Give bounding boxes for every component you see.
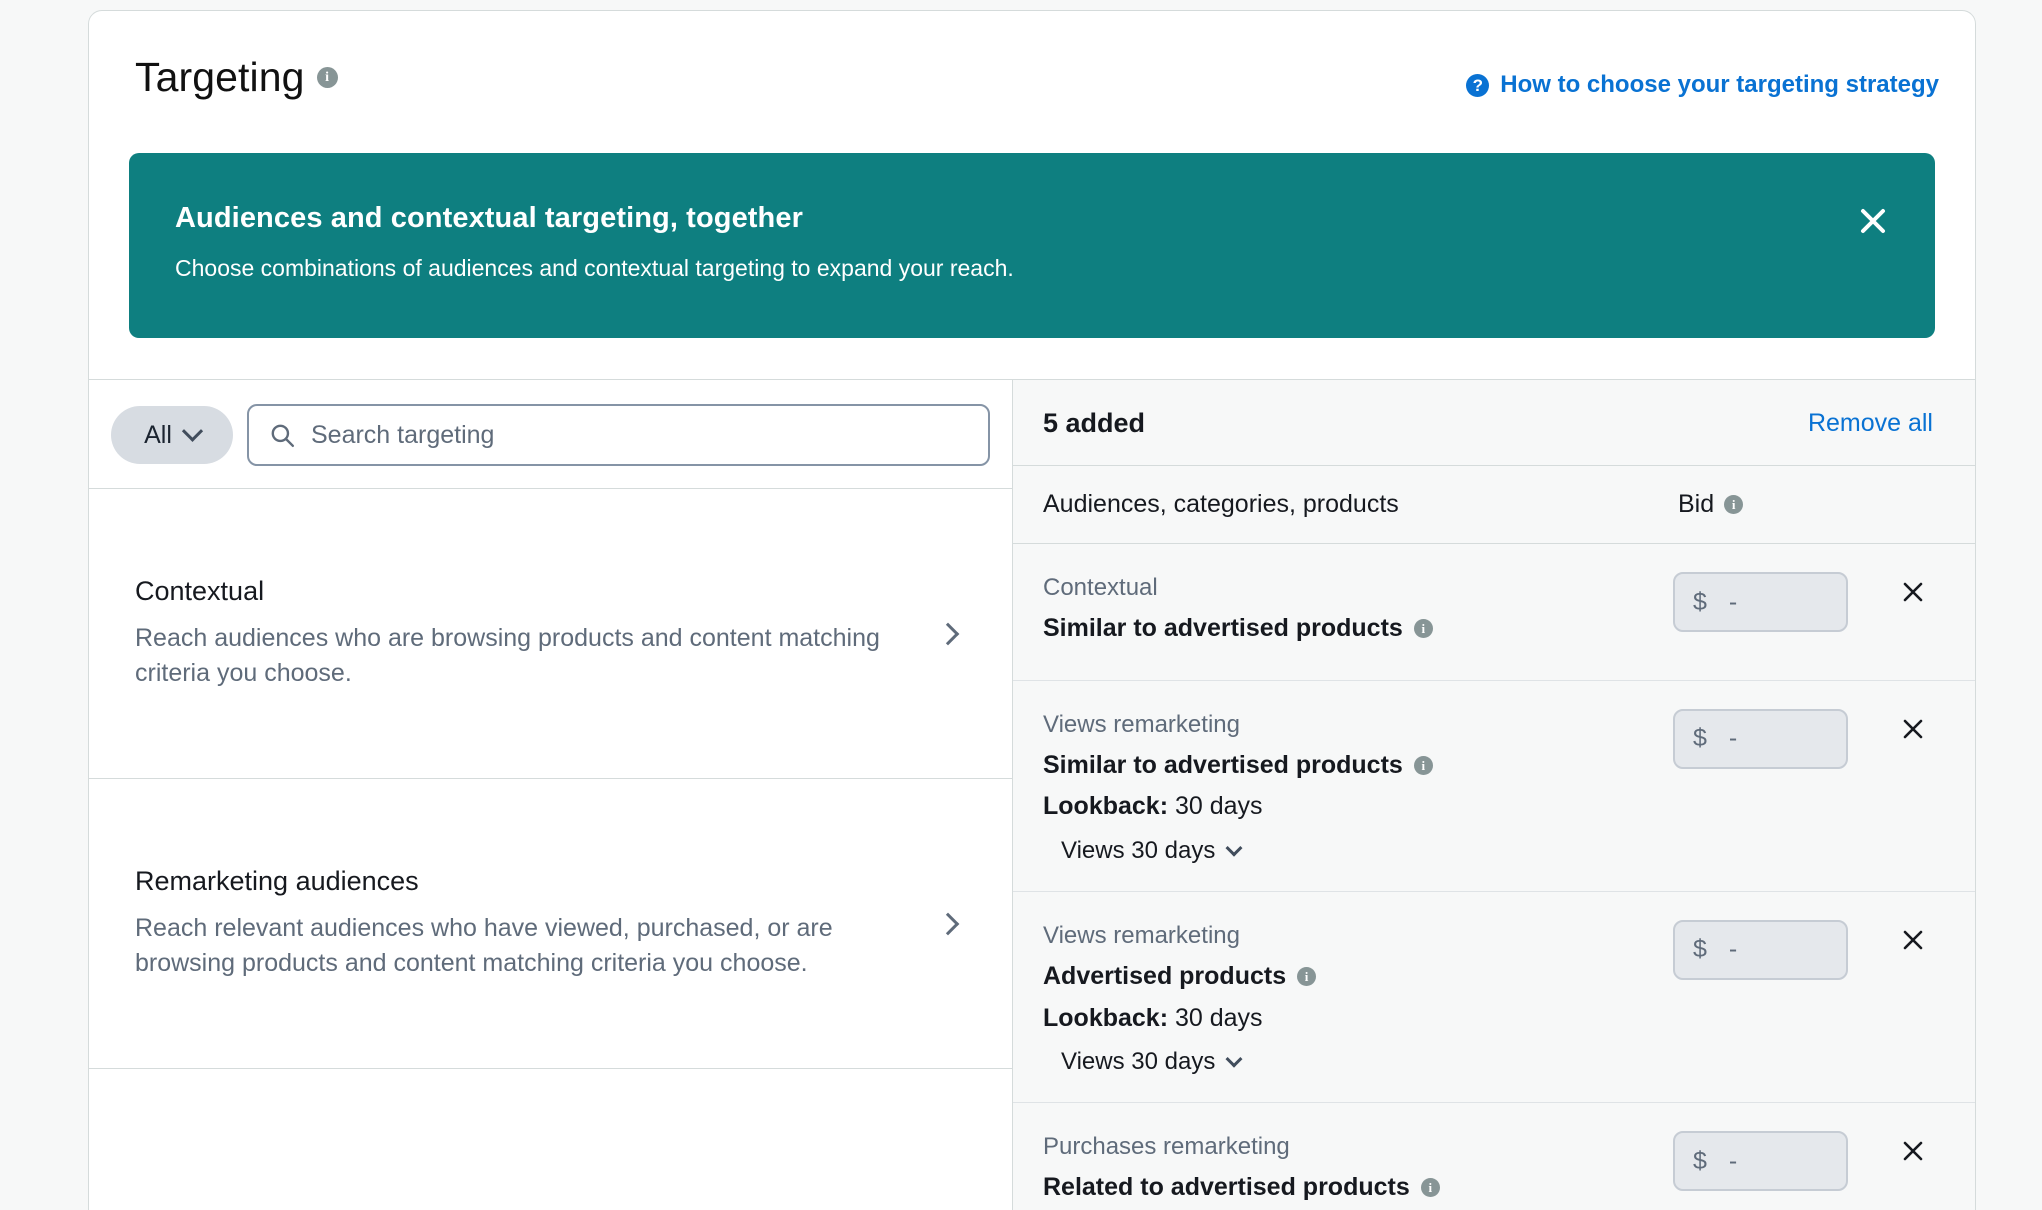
lookback-select[interactable]: Views 30 days — [1061, 836, 1243, 865]
added-row-main: Purchases remarketing Related to adverti… — [1043, 1129, 1673, 1210]
question-circle-icon: ? — [1466, 73, 1490, 97]
search-box — [247, 404, 990, 466]
column-header-bid: Bid i — [1678, 490, 1933, 519]
added-targeting-pane: 5 added Remove all Audiences, categories… — [1013, 380, 1975, 1210]
lookback-select[interactable]: Views 30 days — [1061, 1048, 1243, 1076]
card-header: Targeting i ? How to choose your targeti… — [89, 11, 1975, 129]
remove-row-button[interactable] — [1893, 709, 1933, 749]
close-icon[interactable] — [1853, 201, 1893, 241]
added-row-category: Purchases remarketing — [1043, 1133, 1290, 1161]
targeting-option-name: Remarketing audiences — [135, 866, 419, 897]
targeting-option-contextual[interactable]: Contextual Reach audiences who are brows… — [89, 489, 1012, 779]
bid-currency-symbol: $ — [1693, 724, 1707, 753]
bid-value: - — [1728, 935, 1738, 964]
added-row-title-label: Similar to advertised products — [1043, 614, 1403, 643]
bid-cell: $ - — [1673, 708, 1853, 769]
added-row-main: Contextual Similar to advertised product… — [1043, 570, 1673, 654]
added-row-title-label: Advertised products — [1043, 962, 1287, 991]
table-row: Views remarketing Similar to advertised … — [1013, 681, 1975, 892]
bid-value: - — [1728, 1146, 1738, 1175]
added-row-title: Similar to advertised products i — [1043, 612, 1673, 645]
targeting-option-name: Contextual — [135, 576, 265, 607]
chevron-right-icon — [936, 912, 960, 935]
bid-input[interactable]: $ - — [1673, 1131, 1848, 1192]
added-count: 5 added — [1043, 408, 1146, 438]
lookback-label: Lookback: — [1043, 1003, 1169, 1032]
lookback-select-label: Views 30 days — [1061, 1048, 1216, 1076]
targeting-page: Targeting i ? How to choose your targeti… — [0, 0, 2042, 1210]
table-row: Contextual Similar to advertised product… — [1013, 544, 1975, 681]
info-icon[interactable]: i — [1420, 1178, 1440, 1197]
added-row-main: Views remarketing Similar to advertised … — [1043, 707, 1673, 865]
added-row-main: Views remarketing Advertised products i … — [1043, 918, 1673, 1076]
search-row: All — [89, 380, 1012, 489]
remove-row-button[interactable] — [1893, 572, 1933, 612]
added-row-lookback: Lookback: 30 days — [1043, 1002, 1673, 1035]
added-column-header: Audiences, categories, products Bid i — [1013, 466, 1975, 544]
added-row-title-label: Related to advertised products — [1043, 1173, 1410, 1202]
bid-currency-symbol: $ — [1693, 587, 1707, 616]
bid-input[interactable]: $ - — [1673, 919, 1848, 980]
added-row-category: Views remarketing — [1043, 710, 1240, 738]
remove-all-button[interactable]: Remove all — [1808, 409, 1933, 438]
added-row-category: Views remarketing — [1043, 921, 1240, 949]
added-row-lookback: Lookback: 30 days — [1043, 790, 1673, 823]
added-row-title: Similar to advertised products i — [1043, 749, 1673, 782]
added-row-category: Contextual — [1043, 574, 1158, 601]
bid-cell: $ - — [1673, 1131, 1853, 1192]
help-link-label: How to choose your targeting strategy — [1500, 71, 1939, 98]
info-icon[interactable]: i — [1297, 966, 1317, 986]
table-row: Views remarketing Advertised products i … — [1013, 892, 1975, 1104]
promo-banner-title: Audiences and contextual targeting, toge… — [175, 202, 803, 234]
table-row: Purchases remarketing Related to adverti… — [1013, 1103, 1975, 1210]
bid-currency-symbol: $ — [1693, 1146, 1707, 1175]
promo-banner-subtitle: Choose combinations of audiences and con… — [175, 254, 1014, 281]
lookback-value: 30 days — [1174, 1003, 1263, 1032]
targeting-option-remarketing-audiences[interactable]: Remarketing audiences Reach relevant aud… — [89, 779, 1012, 1069]
added-row-title: Related to advertised products i — [1043, 1171, 1673, 1204]
info-icon[interactable]: i — [316, 67, 338, 88]
added-header: 5 added Remove all — [1013, 380, 1975, 466]
promo-banner: Audiences and contextual targeting, toge… — [129, 153, 1935, 338]
lookback-label: Lookback: — [1043, 792, 1169, 821]
lookback-value: 30 days — [1174, 792, 1263, 821]
chevron-down-icon — [1225, 839, 1243, 857]
info-icon[interactable]: i — [1413, 618, 1433, 638]
added-row-title: Advertised products i — [1043, 960, 1673, 993]
column-header-audiences: Audiences, categories, products — [1043, 490, 1399, 518]
targeting-option-list: Contextual Reach audiences who are brows… — [89, 489, 1012, 1210]
info-icon[interactable]: i — [1724, 495, 1744, 514]
targeting-option-partial[interactable] — [89, 1069, 1012, 1210]
bid-input[interactable]: $ - — [1673, 572, 1848, 632]
targeting-option-description: Reach relevant audiences who have viewed… — [135, 913, 833, 978]
targeting-option-text: Contextual Reach audiences who are brows… — [135, 575, 922, 692]
targeting-filter-label: All — [144, 420, 172, 449]
chevron-down-icon — [181, 420, 203, 442]
remove-row-button[interactable] — [1893, 920, 1933, 960]
remove-row-button[interactable] — [1893, 1131, 1933, 1171]
column-header-bid-label: Bid — [1678, 490, 1715, 518]
chevron-down-icon — [1225, 1050, 1243, 1068]
targeting-body: All Contextual — [89, 379, 1975, 1210]
lookback-select-label: Views 30 days — [1061, 836, 1216, 864]
bid-cell: $ - — [1673, 919, 1853, 980]
targeting-option-description: Reach audiences who are browsing product… — [135, 623, 880, 688]
added-row-title-label: Similar to advertised products — [1043, 750, 1403, 779]
targeting-option-text: Remarketing audiences Reach relevant aud… — [135, 865, 922, 982]
search-input[interactable] — [247, 404, 990, 466]
info-icon[interactable]: i — [1413, 755, 1433, 775]
bid-currency-symbol: $ — [1693, 935, 1707, 964]
targeting-card: Targeting i ? How to choose your targeti… — [88, 10, 1976, 1210]
page-title: Targeting — [135, 54, 305, 100]
chevron-right-icon — [936, 622, 960, 645]
bid-cell: $ - — [1673, 572, 1853, 632]
targeting-browser-pane: All Contextual — [89, 380, 1013, 1210]
how-to-choose-targeting-strategy-link[interactable]: ? How to choose your targeting strategy — [1466, 71, 1939, 99]
targeting-filter-dropdown[interactable]: All — [111, 406, 233, 464]
bid-value: - — [1728, 724, 1738, 753]
bid-value: - — [1728, 587, 1738, 616]
bid-input[interactable]: $ - — [1673, 708, 1848, 769]
